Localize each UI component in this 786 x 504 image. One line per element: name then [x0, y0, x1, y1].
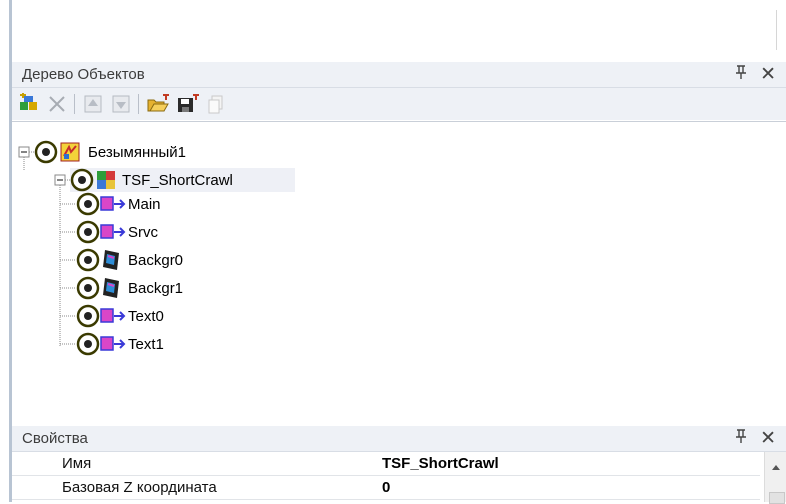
scroll-thumb[interactable]	[769, 492, 785, 504]
script-arrow-icon	[100, 223, 126, 245]
toolbar-separator	[74, 94, 75, 114]
template-icon	[96, 170, 116, 194]
object-tree-header: Дерево Объектов ✕	[12, 62, 786, 88]
tree-node-root[interactable]: Безымянный1	[34, 140, 294, 164]
property-row[interactable]: Имя TSF_ShortCrawl	[12, 452, 760, 476]
tree-node-label: Text1	[128, 336, 164, 353]
top-divider	[776, 10, 777, 50]
tree-node-label: Безымянный1	[88, 144, 187, 161]
visibility-eye-icon[interactable]	[76, 192, 100, 220]
property-value[interactable]: TSF_ShortCrawl	[382, 455, 499, 472]
pin-icon[interactable]	[734, 428, 748, 449]
visibility-eye-icon[interactable]	[76, 304, 100, 332]
scene-icon	[60, 142, 80, 166]
property-name: Базовая Z координата	[62, 479, 217, 496]
add-object-icon[interactable]	[18, 93, 40, 115]
properties-header: Свойства ✕	[12, 426, 786, 452]
visibility-eye-icon[interactable]	[34, 140, 58, 168]
tree-toolbar	[12, 88, 786, 120]
open-folder-icon[interactable]	[146, 93, 169, 115]
tree-node-leaf[interactable]: Main	[76, 192, 236, 216]
tree-node-label: Srvc	[128, 224, 158, 241]
tree-node-leaf[interactable]: Backgr0	[76, 248, 236, 272]
delete-icon[interactable]	[46, 93, 68, 115]
tree-node-label: TSF_ShortCrawl	[122, 172, 233, 189]
property-name: Имя	[62, 455, 92, 472]
script-arrow-icon	[100, 307, 126, 329]
film-strip-icon	[102, 277, 122, 303]
tree-node-label: Backgr0	[128, 252, 184, 269]
visibility-eye-icon[interactable]	[76, 276, 100, 304]
tree-node-label: Backgr1	[128, 280, 184, 297]
panel-gap	[12, 414, 786, 426]
save-icon[interactable]	[176, 93, 199, 115]
property-value[interactable]: 0	[382, 479, 390, 496]
properties-grid: Имя TSF_ShortCrawl Базовая Z координата …	[12, 452, 786, 502]
tree-node-leaf[interactable]: Srvc	[76, 220, 236, 244]
tree-node-label: Text0	[128, 308, 164, 325]
scroll-up-icon[interactable]	[771, 458, 781, 476]
film-strip-icon	[102, 249, 122, 275]
properties-title: Свойства	[22, 430, 88, 447]
object-tree: Безымянный1 TSF_ShortCrawl Main Srvc Bac…	[12, 121, 786, 415]
close-icon[interactable]: ✕	[760, 427, 776, 450]
tree-node-leaf[interactable]: Text0	[76, 304, 236, 328]
visibility-eye-icon[interactable]	[76, 248, 100, 276]
tree-node-label: Main	[128, 196, 161, 213]
properties-scrollbar[interactable]	[764, 452, 786, 504]
move-down-icon[interactable]	[110, 93, 132, 115]
tree-node-selected[interactable]: TSF_ShortCrawl	[70, 168, 295, 192]
move-up-icon[interactable]	[82, 93, 104, 115]
script-arrow-icon	[100, 195, 126, 217]
pin-icon[interactable]	[734, 64, 748, 85]
tree-node-leaf[interactable]: Backgr1	[76, 276, 236, 300]
property-row[interactable]: Базовая Z координата 0	[12, 476, 760, 500]
copy-icon[interactable]	[206, 93, 228, 115]
tree-node-leaf[interactable]: Text1	[76, 332, 236, 356]
visibility-eye-icon[interactable]	[76, 220, 100, 248]
script-arrow-icon	[100, 335, 126, 357]
top-empty-area	[12, 0, 786, 63]
visibility-eye-icon[interactable]	[76, 332, 100, 360]
close-icon[interactable]: ✕	[760, 63, 776, 86]
toolbar-separator	[138, 94, 139, 114]
object-tree-title: Дерево Объектов	[22, 66, 145, 83]
